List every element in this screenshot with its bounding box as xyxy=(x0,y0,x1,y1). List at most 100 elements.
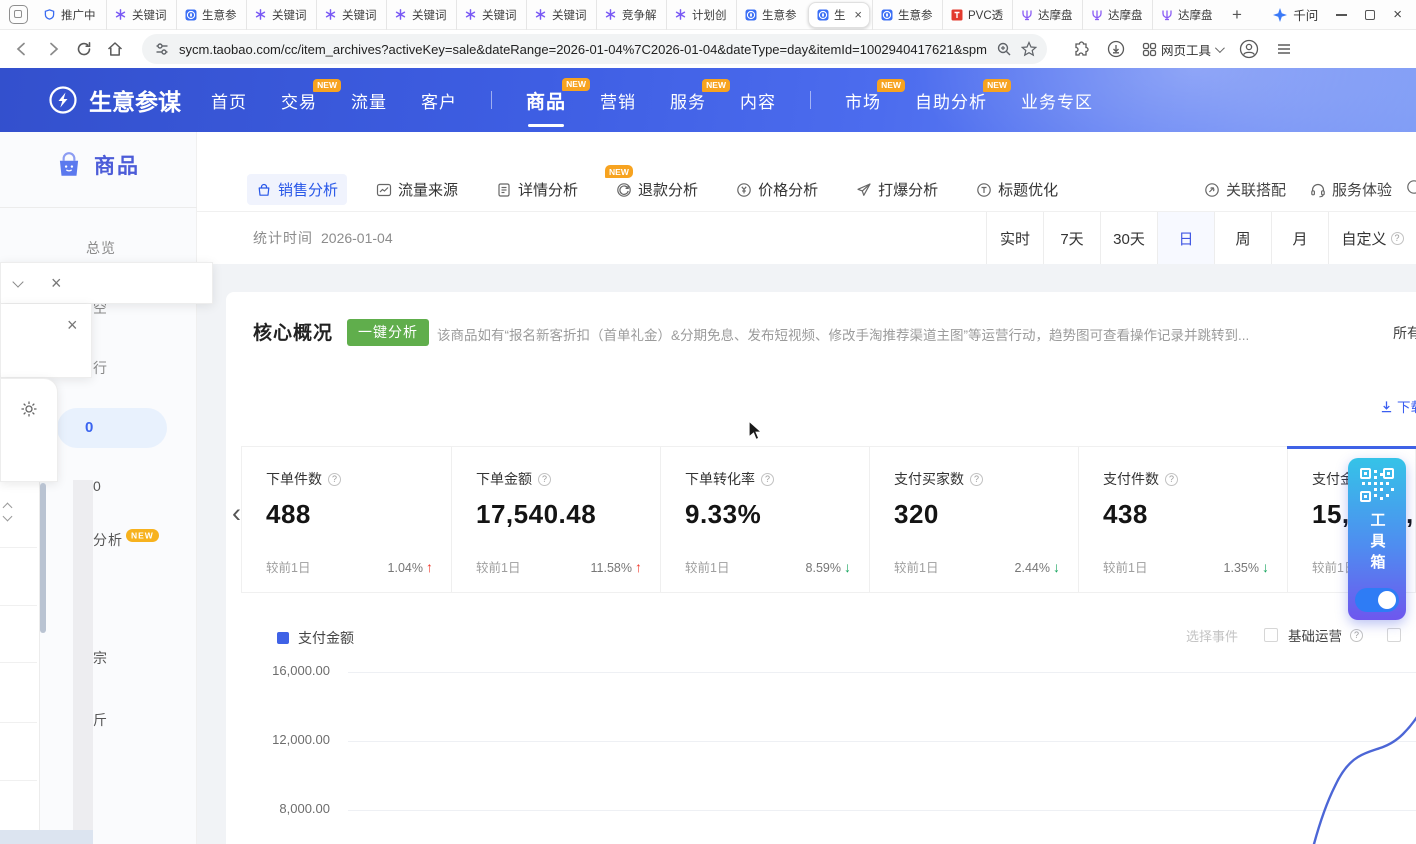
browser-tab[interactable]: 计划创 xyxy=(666,0,736,30)
nav-item[interactable]: 市场 NEW xyxy=(845,88,881,113)
header-tool[interactable]: 服务体验 xyxy=(1310,179,1392,200)
one-click-analyze-button[interactable]: 一键分析 xyxy=(347,319,429,346)
date-range-button[interactable]: 30天 xyxy=(1100,212,1157,264)
sidebar-item-partial[interactable]: 宗 xyxy=(93,648,108,668)
back-icon[interactable] xyxy=(13,40,31,58)
browser-tab[interactable]: 达摩盘 xyxy=(1082,0,1152,30)
sidebar-item-active[interactable]: 0 xyxy=(57,408,167,448)
browser-tab[interactable]: 推广中 xyxy=(36,0,106,30)
scrollbar-thumb[interactable] xyxy=(40,483,46,633)
metric-card[interactable]: 下单件数 488 较前1日 1.04% xyxy=(242,447,451,592)
browser-tab[interactable]: 生意参 xyxy=(872,0,942,30)
web-tools-menu[interactable]: 网页工具 xyxy=(1142,40,1222,59)
nav-item[interactable]: 服务 NEW xyxy=(670,88,706,113)
sidebar-item-overview[interactable]: 总览 xyxy=(86,238,116,258)
more-link[interactable]: 所有 xyxy=(1393,323,1416,343)
browser-tab[interactable]: 关键词 xyxy=(386,0,456,30)
toolbox-widget[interactable]: 工具箱 xyxy=(1348,458,1406,620)
profile-avatar[interactable] xyxy=(1239,39,1259,59)
nav-item[interactable]: 内容 xyxy=(740,88,776,113)
help-icon[interactable] xyxy=(538,473,551,486)
event-checkbox-2[interactable] xyxy=(1387,628,1401,642)
analysis-tab[interactable]: 打爆分析 xyxy=(847,174,947,205)
nav-item[interactable]: 自助分析 NEW xyxy=(915,88,987,113)
metric-card[interactable]: 下单转化率 9.33% 较前1日 8.59% xyxy=(660,447,869,592)
help-icon[interactable] xyxy=(1165,473,1178,486)
nav-item[interactable]: 商品 NEW xyxy=(526,87,566,114)
close-icon[interactable]: × xyxy=(67,316,78,334)
tab-close-icon[interactable] xyxy=(854,8,862,21)
browser-tab[interactable]: 生意参 xyxy=(736,0,806,30)
analysis-tab[interactable]: 销售分析 xyxy=(247,174,347,205)
analysis-tab[interactable]: 流量来源 xyxy=(367,174,467,205)
chevron-down-icon[interactable] xyxy=(12,276,23,287)
chart-legend[interactable]: 支付金额 xyxy=(277,628,354,648)
home-icon[interactable] xyxy=(106,40,124,58)
downloads-icon[interactable] xyxy=(1107,40,1125,58)
brand-logo[interactable]: 生意参谋 xyxy=(48,83,181,117)
extensions-icon[interactable] xyxy=(1073,41,1090,58)
window-minimize-icon[interactable] xyxy=(1336,14,1347,16)
date-range-button[interactable]: 实时 xyxy=(986,212,1043,264)
site-settings-icon[interactable] xyxy=(154,41,170,57)
analysis-tab[interactable]: NEW 退款分析 xyxy=(607,174,707,205)
close-icon[interactable]: × xyxy=(51,274,62,292)
download-link[interactable]: 下载 xyxy=(1380,396,1416,416)
toolbox-toggle[interactable] xyxy=(1355,588,1399,612)
address-bar[interactable]: sycm.taobao.com/cc/item_archives?activeK… xyxy=(142,34,1047,64)
help-icon[interactable] xyxy=(970,473,983,486)
new-tab-button[interactable]: + xyxy=(1232,5,1242,25)
analysis-tab[interactable]: 详情分析 xyxy=(487,174,587,205)
nav-item[interactable]: 首页 xyxy=(211,88,247,113)
nav-item[interactable]: 业务专区 xyxy=(1021,88,1093,113)
nav-item[interactable]: 交易 NEW xyxy=(281,88,317,113)
help-icon[interactable] xyxy=(328,473,341,486)
event-checkbox[interactable] xyxy=(1264,628,1278,642)
header-tool[interactable]: 关联搭配 xyxy=(1204,179,1286,200)
assistant-button[interactable]: 千问 xyxy=(1273,5,1318,24)
browser-tab[interactable]: 达摩盘 xyxy=(1012,0,1082,30)
help-icon[interactable] xyxy=(761,473,774,486)
browser-tab[interactable]: 关键词 xyxy=(106,0,176,30)
sidebar-item-partial[interactable]: 行 xyxy=(93,358,108,378)
forward-icon[interactable] xyxy=(44,40,62,58)
help-icon[interactable] xyxy=(1350,629,1363,642)
date-range-button[interactable]: 月 xyxy=(1271,212,1328,264)
window-close-icon[interactable]: × xyxy=(1393,7,1402,22)
nav-item[interactable]: 营销 xyxy=(600,88,636,113)
nav-item[interactable]: 客户 xyxy=(421,88,457,113)
nav-item[interactable]: 流量 xyxy=(351,88,387,113)
metric-card[interactable]: 下单金额 17,540.48 较前1日 11.58% xyxy=(451,447,660,592)
sidebar-item-partial[interactable]: 0 xyxy=(93,478,102,494)
nav-item[interactable] xyxy=(491,91,492,109)
gear-icon[interactable] xyxy=(20,400,38,418)
metric-card[interactable]: 支付买家数 320 较前1日 2.44% xyxy=(869,447,1078,592)
browser-tab[interactable]: 达摩盘 xyxy=(1152,0,1222,30)
analysis-tab[interactable]: 价格分析 xyxy=(727,174,827,205)
tab-search-icon[interactable] xyxy=(9,5,28,24)
browser-tab[interactable]: 生意参 xyxy=(176,0,246,30)
analysis-tab[interactable]: 标题优化 xyxy=(967,174,1067,205)
browser-tab[interactable]: PVC透 xyxy=(942,0,1012,30)
bookmark-star-icon[interactable] xyxy=(1021,41,1037,57)
browser-tab[interactable]: 竞争解 xyxy=(596,0,666,30)
zoom-page-icon[interactable] xyxy=(996,41,1012,57)
nav-item[interactable] xyxy=(810,91,811,109)
scroll-chevrons[interactable] xyxy=(4,502,11,522)
reload-icon[interactable] xyxy=(75,40,93,58)
cards-prev-arrow[interactable]: ‹ xyxy=(232,500,241,527)
sidebar-item-partial[interactable]: 斤 xyxy=(93,710,108,730)
browser-tab[interactable]: 生 xyxy=(808,2,870,28)
window-maximize-icon[interactable] xyxy=(1365,10,1375,20)
browser-tab[interactable]: 关键词 xyxy=(316,0,386,30)
browser-menu-icon[interactable] xyxy=(1276,41,1292,57)
browser-tab[interactable]: 关键词 xyxy=(246,0,316,30)
date-range-button[interactable]: 7天 xyxy=(1043,212,1100,264)
sidebar-item-partial[interactable]: 分析NEW xyxy=(93,530,159,550)
clipped-tool-icon[interactable] xyxy=(1406,179,1416,195)
date-range-button[interactable]: 自定义 xyxy=(1328,212,1416,264)
date-range-button[interactable]: 周 xyxy=(1214,212,1271,264)
browser-tab[interactable]: 关键词 xyxy=(456,0,526,30)
date-range-button[interactable]: 日 xyxy=(1157,212,1214,264)
browser-tab[interactable]: 关键词 xyxy=(526,0,596,30)
